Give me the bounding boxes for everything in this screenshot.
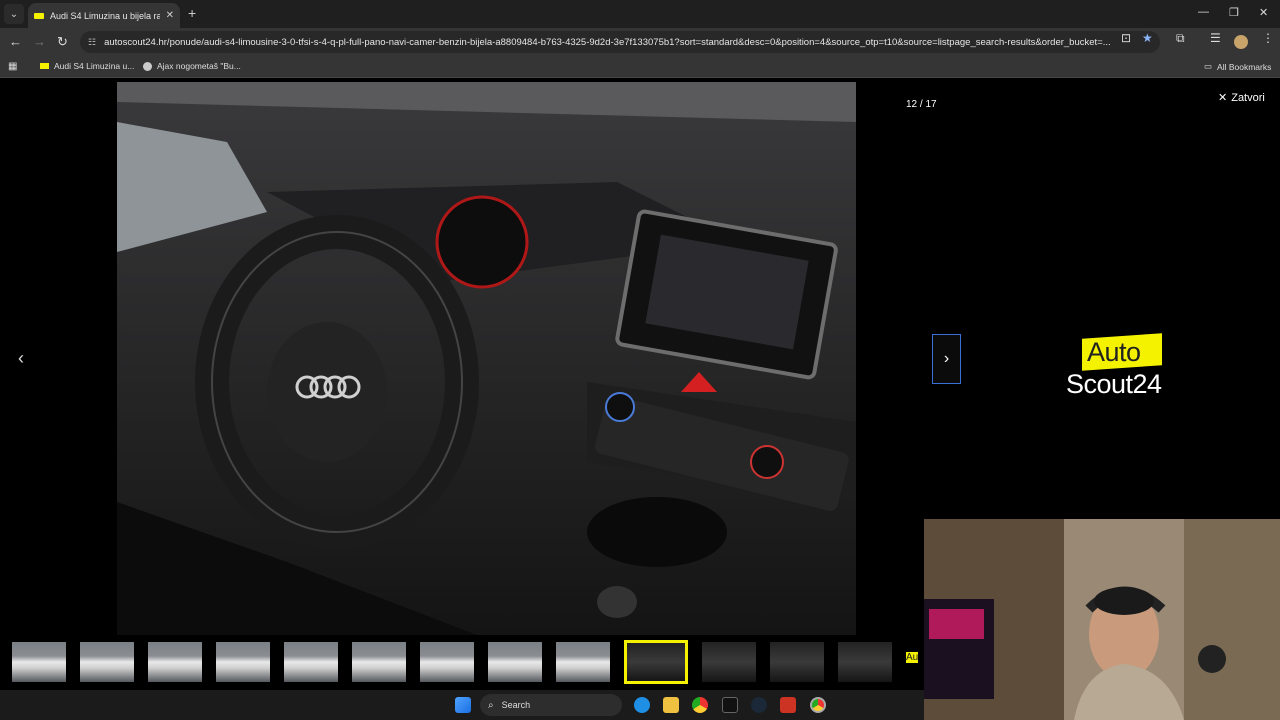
forward-arrow-icon[interactable]: → <box>33 34 46 49</box>
logo-auto-text: Auto <box>1087 337 1141 367</box>
car-interior-image <box>117 82 856 635</box>
autoscout-favicon-icon <box>34 12 44 19</box>
back-arrow-icon[interactable]: ← <box>9 34 22 49</box>
media-controls-icon[interactable]: ☰ <box>1210 31 1221 45</box>
thumbnail-logo-text: Au <box>906 652 919 663</box>
tab-title: Audi S4 Limuzina u bijela rabljena <box>50 10 160 21</box>
install-app-icon[interactable]: ⊡ <box>1121 31 1131 45</box>
thumbnail[interactable] <box>12 642 66 682</box>
windows-start-icon[interactable] <box>455 697 471 713</box>
bookmark-item[interactable]: Ajax nogometaš "Bu... <box>143 61 241 71</box>
menu-kebab-icon[interactable]: ⋮ <box>1262 31 1274 45</box>
thumbnail[interactable] <box>556 642 610 682</box>
thumbnail[interactable] <box>420 642 474 682</box>
bookmarks-bar: ▦ Audi S4 Limuzina u... Ajax nogometaš "… <box>0 56 1280 78</box>
taskbar-search-label: Search <box>501 700 531 710</box>
file-explorer-icon[interactable] <box>663 697 679 713</box>
autoscout24-logo: Auto Scout24 <box>1066 333 1176 400</box>
webcam-overlay <box>924 519 1280 720</box>
apps-grid-icon[interactable]: ▦ <box>8 61 17 72</box>
close-icon: ✕ <box>1218 92 1228 104</box>
tab-strip: ⌄ Audi S4 Limuzina u bijela rabljena ✕ +… <box>0 0 1280 28</box>
close-gallery-button[interactable]: ✕ Zatvori <box>1218 91 1265 105</box>
browser-toolbar: ← → ↻ ☷ autoscout24.hr/ponude/audi-s4-li… <box>0 28 1280 56</box>
site-info-icon[interactable]: ☷ <box>88 37 96 48</box>
thumbnail[interactable] <box>148 642 202 682</box>
thumbnail[interactable] <box>284 642 338 682</box>
url-text: autoscout24.hr/ponude/audi-s4-limousine-… <box>104 36 1111 48</box>
app-tf-icon[interactable] <box>780 697 796 713</box>
thumbnail[interactable] <box>702 642 756 682</box>
next-photo-button[interactable]: › <box>932 334 961 384</box>
main-photo-car-interior <box>117 82 856 635</box>
thumbnail[interactable] <box>770 642 824 682</box>
edge-icon[interactable] <box>634 697 650 713</box>
photo-counter: 12 / 17 <box>906 99 937 110</box>
thumbnail[interactable] <box>488 642 542 682</box>
new-tab-button[interactable]: + <box>188 5 196 21</box>
folder-icon: ▭ <box>1204 61 1213 71</box>
chrome-icon[interactable] <box>692 697 708 713</box>
thumbnail[interactable] <box>838 642 892 682</box>
reload-icon[interactable]: ↻ <box>57 34 68 50</box>
autoscout-favicon-icon <box>40 63 49 69</box>
steam-icon[interactable] <box>751 697 767 713</box>
thumbnail[interactable] <box>352 642 406 682</box>
thumbnail[interactable] <box>216 642 270 682</box>
chrome-active-icon[interactable] <box>810 697 826 713</box>
chevron-right-icon: › <box>943 350 950 367</box>
tab-search-button[interactable]: ⌄ <box>4 4 24 24</box>
close-label: Zatvori <box>1231 91 1265 104</box>
logo-auto-badge: Auto <box>1082 333 1162 371</box>
thumbnail-active[interactable] <box>624 640 688 684</box>
tab-close-icon[interactable]: ✕ <box>166 10 174 21</box>
bookmark-star-icon[interactable]: ★ <box>1142 31 1153 45</box>
profile-avatar[interactable] <box>1234 35 1248 49</box>
taskbar-search[interactable]: ⌕ Search <box>480 694 622 716</box>
thumbnail[interactable] <box>80 642 134 682</box>
windows-taskbar: ⌕ Search <box>0 690 924 720</box>
bookmark-label: Ajax nogometaš "Bu... <box>157 61 241 71</box>
all-bookmarks-button[interactable]: ▭ All Bookmarks <box>1204 61 1271 72</box>
search-icon: ⌕ <box>488 699 494 711</box>
webcam-image <box>924 519 1280 720</box>
thumbnail-logo[interactable]: Au <box>906 652 919 663</box>
address-bar[interactable]: ☷ autoscout24.hr/ponude/audi-s4-limousin… <box>80 31 1160 53</box>
extensions-icon[interactable]: ⧉ <box>1176 31 1185 46</box>
chevron-left-icon: ‹ <box>18 348 24 368</box>
logo-scout-text: Scout24 <box>1066 369 1162 399</box>
previous-photo-button[interactable]: ‹ <box>18 348 24 369</box>
maximize-icon[interactable]: ❐ <box>1229 6 1239 19</box>
app-m-icon[interactable] <box>722 697 738 713</box>
thumbnail-strip <box>12 640 932 688</box>
globe-icon <box>143 61 152 71</box>
minimize-icon[interactable]: — <box>1198 6 1209 18</box>
browser-tab[interactable]: Audi S4 Limuzina u bijela rabljena ✕ <box>28 3 180 28</box>
bookmark-item[interactable]: Audi S4 Limuzina u... <box>40 61 134 71</box>
window-close-icon[interactable]: ✕ <box>1259 6 1268 19</box>
bookmark-label: Audi S4 Limuzina u... <box>54 61 135 71</box>
all-bookmarks-label: All Bookmarks <box>1217 61 1272 72</box>
